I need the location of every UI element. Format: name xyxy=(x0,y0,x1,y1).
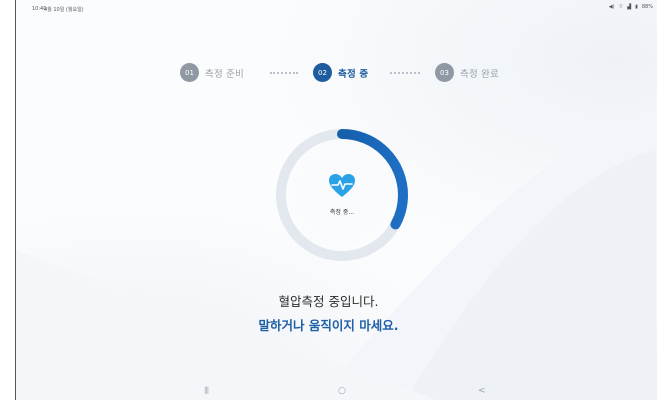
step-2: 02 측정 중 xyxy=(313,63,368,82)
step-1-number: 01 xyxy=(180,63,199,82)
step-2-number: 02 xyxy=(313,63,332,82)
step-1: 01 측정 준비 xyxy=(180,63,244,82)
step-divider-1 xyxy=(270,72,298,76)
volume-icon: ◀) xyxy=(608,4,615,10)
recent-apps-button[interactable]: ||| xyxy=(204,386,209,394)
measurement-progress-ring: 측정 중... xyxy=(272,125,412,265)
measuring-message: 혈압측정 중입니다. xyxy=(278,294,379,309)
status-bar: 10:40 4월 10일 (월요일) ◀) ⌔ ▟ ▮ 88% xyxy=(16,0,657,18)
instruction-message: 말하거나 움직이지 마세요. xyxy=(258,318,399,333)
status-icons: ◀) ⌔ ▟ ▮ 88% xyxy=(609,4,653,10)
step-divider-2 xyxy=(390,72,420,76)
status-date: 4월 10일 (월요일) xyxy=(44,7,84,13)
step-1-label: 측정 준비 xyxy=(205,68,244,80)
home-button[interactable]: ○ xyxy=(338,386,346,396)
battery-icon: ▮ xyxy=(635,4,638,10)
step-3-number: 03 xyxy=(435,63,454,82)
heart-pulse-icon xyxy=(329,174,355,197)
step-3: 03 측정 완료 xyxy=(435,63,499,82)
battery-percent: 88% xyxy=(641,4,653,10)
step-indicator: 01 측정 준비 02 측정 중 03 측정 완료 xyxy=(0,63,657,83)
back-button[interactable]: < xyxy=(478,386,486,396)
system-nav-bar: ||| ○ < xyxy=(16,380,657,400)
step-2-label: 측정 중 xyxy=(338,68,369,80)
step-3-label: 측정 완료 xyxy=(460,68,499,80)
signal-icon: ▟ xyxy=(627,4,632,10)
wifi-icon: ⌔ xyxy=(618,4,624,10)
screen: 10:40 4월 10일 (월요일) ◀) ⌔ ▟ ▮ 88% 01 측정 준비… xyxy=(0,0,657,400)
progress-status-label: 측정 중... xyxy=(329,209,355,216)
